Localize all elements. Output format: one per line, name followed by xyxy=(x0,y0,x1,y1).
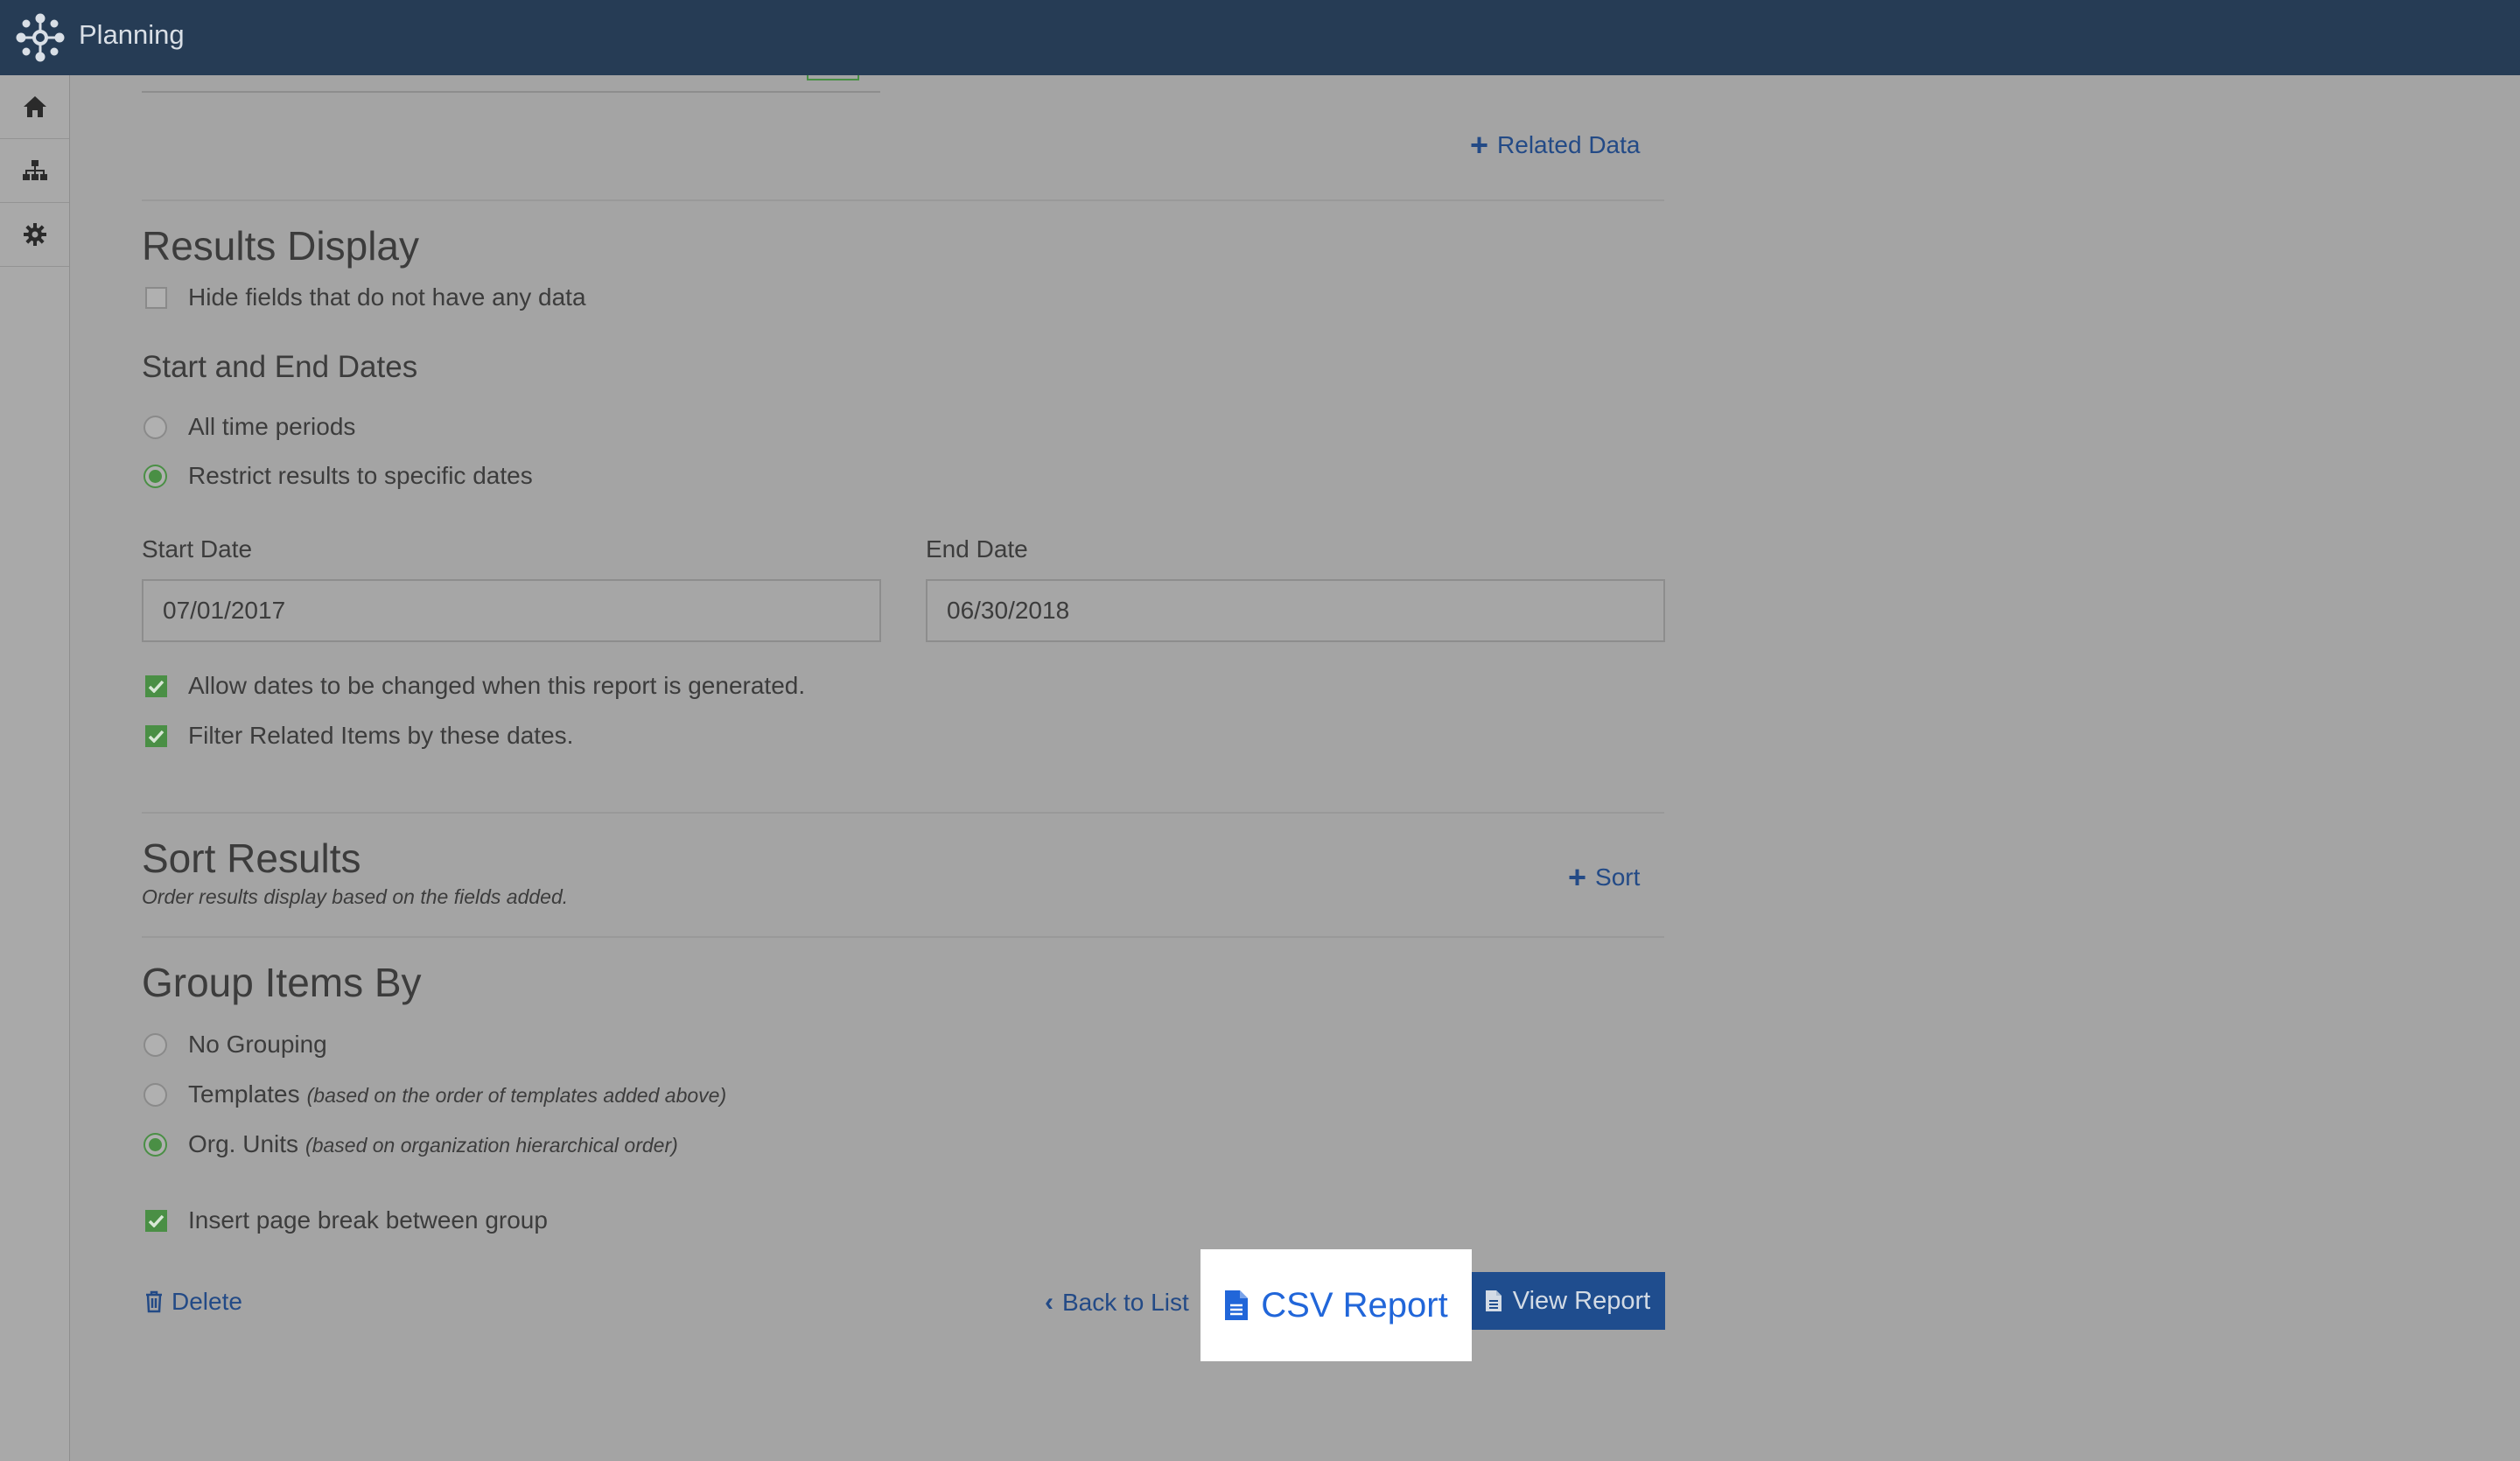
delete-label: Delete xyxy=(172,1288,242,1315)
all-time-radio[interactable] xyxy=(144,415,167,439)
allow-change-checkbox[interactable] xyxy=(145,675,167,697)
sidebar-item-hierarchy[interactable] xyxy=(0,139,69,203)
view-report-button[interactable]: View Report xyxy=(1470,1272,1665,1330)
filter-related-label: Filter Related Items by these dates. xyxy=(188,722,574,749)
checkmark-icon xyxy=(148,1214,164,1227)
add-sort-link[interactable]: + Sort xyxy=(1568,862,1640,893)
filter-related-row: Filter Related Items by these dates. xyxy=(145,722,573,750)
top-bar: Planning xyxy=(0,0,2520,75)
sort-results-title: Sort Results xyxy=(142,835,361,881)
dates-title: Start and End Dates xyxy=(142,350,418,384)
results-display-title: Results Display xyxy=(142,223,419,269)
app-title: Planning xyxy=(79,19,185,50)
sidebar xyxy=(0,75,70,1461)
sidebar-item-settings[interactable] xyxy=(0,203,69,267)
end-date-value: 06/30/2018 xyxy=(947,597,1070,624)
org-units-radio[interactable] xyxy=(144,1132,167,1157)
all-time-label: All time periods xyxy=(188,413,356,440)
trash-icon xyxy=(146,1290,162,1313)
group-option-label: No Grouping xyxy=(188,1031,327,1058)
divider xyxy=(142,199,1664,201)
previous-field-underline xyxy=(142,91,880,93)
related-data-link[interactable]: + Related Data xyxy=(1470,129,1640,161)
allow-change-row: Allow dates to be changed when this repo… xyxy=(145,672,805,700)
document-icon xyxy=(1485,1290,1502,1311)
page-break-checkbox[interactable] xyxy=(145,1209,167,1232)
app-logo-icon xyxy=(16,13,65,62)
sitemap-icon xyxy=(22,160,47,180)
related-data-label: Related Data xyxy=(1497,131,1641,158)
restrict-dates-label: Restrict results to specific dates xyxy=(188,462,533,489)
group-option-label: Org. Units xyxy=(188,1130,299,1157)
plus-icon: + xyxy=(1568,859,1587,895)
previous-field-edge xyxy=(807,75,859,80)
group-option-note: (based on organization hierarchical orde… xyxy=(305,1134,678,1157)
add-sort-label: Sort xyxy=(1595,863,1641,891)
back-to-list-label: Back to List xyxy=(1062,1289,1189,1316)
divider xyxy=(142,812,1664,814)
restrict-dates-radio[interactable] xyxy=(144,464,167,488)
back-to-list-link[interactable]: ‹ Back to List xyxy=(1045,1288,1189,1318)
page-break-label: Insert page break between group xyxy=(188,1206,548,1234)
all-time-row: All time periods xyxy=(144,413,355,441)
group-items-title: Group Items By xyxy=(142,960,422,1005)
group-option-label: Templates xyxy=(188,1080,300,1108)
end-date-input[interactable]: 06/30/2018 xyxy=(926,579,1665,642)
end-date-label: End Date xyxy=(926,535,1028,563)
group-option-row: No Grouping xyxy=(144,1031,327,1059)
plus-icon: + xyxy=(1470,127,1489,163)
sidebar-item-home[interactable] xyxy=(0,75,69,139)
view-report-label: View Report xyxy=(1512,1286,1651,1315)
home-icon xyxy=(23,96,46,117)
templates-radio[interactable] xyxy=(144,1082,167,1107)
gear-icon xyxy=(23,223,46,246)
checkmark-icon xyxy=(148,730,164,743)
start-date-label: Start Date xyxy=(142,535,253,563)
group-option-row: Org. Units (based on organization hierar… xyxy=(144,1130,678,1158)
checkmark-icon xyxy=(148,680,164,693)
hide-fields-checkbox[interactable] xyxy=(145,286,167,309)
sort-results-subtitle: Order results display based on the field… xyxy=(142,885,569,908)
allow-change-label: Allow dates to be changed when this repo… xyxy=(188,672,806,699)
csv-report-button[interactable]: CSV Report xyxy=(1200,1249,1472,1361)
group-option-row: Templates (based on the order of templat… xyxy=(144,1080,726,1108)
document-icon xyxy=(1225,1290,1249,1320)
start-date-value: 07/01/2017 xyxy=(163,597,286,624)
no-grouping-radio[interactable] xyxy=(144,1032,167,1057)
restrict-dates-row: Restrict results to specific dates xyxy=(144,462,533,490)
group-option-note: (based on the order of templates added a… xyxy=(306,1084,727,1107)
chevron-left-icon: ‹ xyxy=(1045,1288,1054,1317)
divider xyxy=(142,936,1664,938)
hide-fields-label: Hide fields that do not have any data xyxy=(188,283,586,311)
start-date-input[interactable]: 07/01/2017 xyxy=(142,579,881,642)
delete-link[interactable]: Delete xyxy=(145,1288,242,1316)
filter-related-checkbox[interactable] xyxy=(145,724,167,747)
csv-report-label: CSV Report xyxy=(1261,1285,1448,1325)
page-break-row: Insert page break between group xyxy=(145,1206,548,1234)
hide-fields-row: Hide fields that do not have any data xyxy=(145,283,586,311)
